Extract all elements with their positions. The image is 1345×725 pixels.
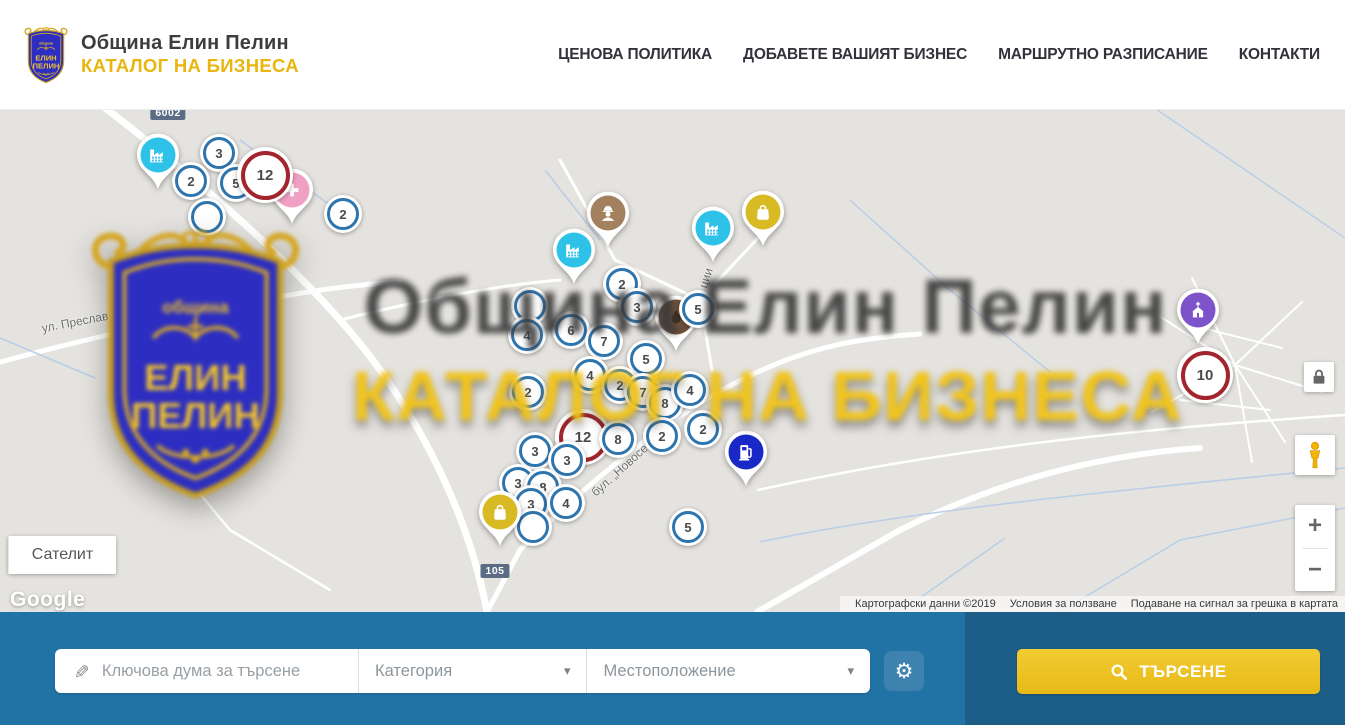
location-value: Местоположение bbox=[603, 662, 735, 681]
pegman-icon bbox=[1302, 440, 1328, 470]
search-button-label: ТЪРСЕНЕ bbox=[1139, 662, 1227, 682]
site-title: Община Елин Пелин bbox=[81, 32, 299, 55]
cluster-marker[interactable]: 2 bbox=[684, 410, 722, 448]
search-bar: ✎ Категория ▾ Местоположение ▾ ⚙ ТЪРСЕНЕ bbox=[0, 612, 1345, 725]
map-data-copyright: Картографски данни ©2019 bbox=[848, 598, 1003, 610]
pin-fuel[interactable] bbox=[723, 430, 769, 488]
nav-item-add-business[interactable]: ДОБАВЕТЕ ВАШИЯТ БИЗНЕС bbox=[743, 46, 967, 64]
nav-item-route-schedule[interactable]: МАРШРУТНО РАЗПИСАНИЕ bbox=[998, 46, 1208, 64]
category-value: Категория bbox=[375, 662, 452, 681]
map-type-satellite-button[interactable]: Сателит bbox=[8, 536, 116, 574]
map-type-control: Карта Сателит bbox=[8, 536, 116, 574]
road-badge: 6002 bbox=[150, 110, 185, 120]
pin-worker[interactable] bbox=[585, 191, 631, 249]
cluster-marker[interactable]: 5 bbox=[679, 290, 717, 328]
gear-icon: ⚙ bbox=[895, 659, 914, 683]
map-attribution: Картографски данни ©2019 Условия за полз… bbox=[840, 596, 1345, 612]
keyword-section: ✎ bbox=[55, 649, 358, 693]
site-tagline: КАТАЛОГ НА БИЗНЕСА bbox=[81, 55, 299, 76]
main-nav: ЦЕНОВА ПОЛИТИКА ДОБАВЕТЕ ВАШИЯТ БИЗНЕС М… bbox=[558, 46, 1320, 64]
cluster-marker[interactable]: 7 bbox=[585, 322, 623, 360]
google-logo[interactable]: Google bbox=[10, 588, 85, 612]
header: Община Елин Пелин КАТАЛОГ НА БИЗНЕСА ЦЕН… bbox=[0, 0, 1345, 110]
zoom-control: + − bbox=[1295, 505, 1335, 591]
municipality-crest-logo bbox=[22, 24, 70, 85]
pin-factory[interactable] bbox=[135, 133, 181, 191]
chevron-down-icon: ▾ bbox=[847, 663, 854, 679]
location-dropdown[interactable]: Местоположение ▾ bbox=[586, 649, 870, 693]
zoom-in-button[interactable]: + bbox=[1295, 505, 1335, 548]
cluster-marker[interactable]: 8 bbox=[599, 420, 637, 458]
zoom-out-button[interactable]: − bbox=[1295, 549, 1335, 592]
terms-link[interactable]: Условия за ползване bbox=[1003, 598, 1124, 610]
pegman-button[interactable] bbox=[1295, 435, 1335, 475]
page: Община Елин Пелин КАТАЛОГ НА БИЗНЕСА ЦЕН… bbox=[0, 0, 1345, 725]
brand: Община Елин Пелин КАТАЛОГ НА БИЗНЕСА bbox=[81, 32, 299, 76]
cluster-marker[interactable]: 12 bbox=[237, 147, 293, 203]
advanced-settings-button[interactable]: ⚙ bbox=[884, 651, 924, 691]
chevron-down-icon: ▾ bbox=[564, 663, 571, 679]
category-dropdown[interactable]: Категория ▾ bbox=[358, 649, 586, 693]
search-box: ✎ Категория ▾ Местоположение ▾ bbox=[55, 649, 870, 693]
cluster-marker[interactable]: 2 bbox=[509, 373, 547, 411]
cluster-marker[interactable] bbox=[188, 198, 226, 236]
lock-button[interactable] bbox=[1304, 362, 1334, 392]
keyword-input[interactable] bbox=[100, 661, 334, 682]
cluster-marker[interactable]: 4 bbox=[671, 371, 709, 409]
lock-icon bbox=[1309, 367, 1329, 387]
cluster-marker[interactable]: 5 bbox=[669, 508, 707, 546]
cluster-marker[interactable]: 10 bbox=[1177, 347, 1233, 403]
pin-bag[interactable] bbox=[740, 190, 786, 248]
map-canvas[interactable]: 6002105ул. Преславбул. „Новоселции 32512… bbox=[0, 110, 1345, 612]
cluster-marker[interactable]: 2 bbox=[324, 195, 362, 233]
nav-item-pricing[interactable]: ЦЕНОВА ПОЛИТИКА bbox=[558, 46, 712, 64]
pin-bag[interactable] bbox=[477, 490, 523, 548]
report-error-link[interactable]: Подаване на сигнал за грешка в картата bbox=[1124, 598, 1345, 610]
search-icon bbox=[1110, 663, 1128, 681]
nav-item-contacts[interactable]: КОНТАКТИ bbox=[1239, 46, 1320, 64]
pencil-icon: ✎ bbox=[68, 663, 91, 679]
cluster-marker[interactable]: 4 bbox=[508, 316, 546, 354]
road-badge: 105 bbox=[480, 564, 509, 578]
cluster-marker[interactable]: 4 bbox=[547, 484, 585, 522]
search-submit-button[interactable]: ТЪРСЕНЕ bbox=[1017, 649, 1320, 694]
pin-church[interactable] bbox=[1175, 288, 1221, 346]
cluster-marker[interactable]: 3 bbox=[618, 288, 656, 326]
pin-factory[interactable] bbox=[690, 206, 736, 264]
cluster-marker[interactable]: 2 bbox=[643, 417, 681, 455]
